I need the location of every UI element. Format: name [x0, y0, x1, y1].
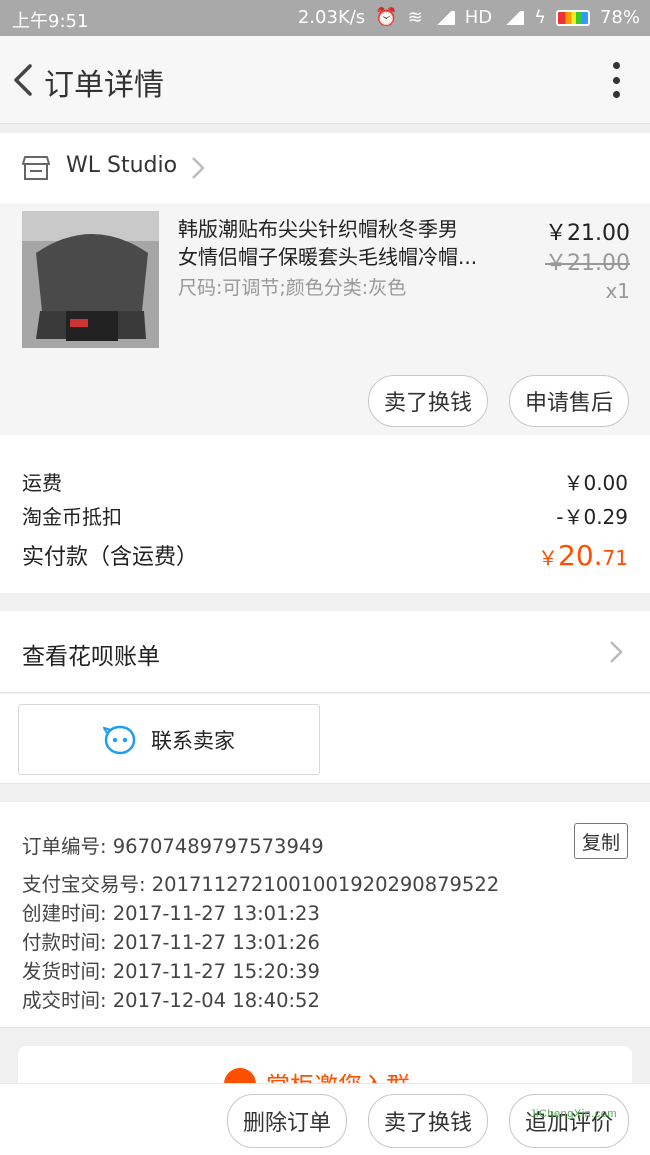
- product-title-line-1: 韩版潮贴布尖尖针织帽秋冬季男: [178, 217, 458, 241]
- order-number: 订单编号: 96707489797573949: [22, 835, 324, 858]
- add-review-button[interactable]: 追加评价: [509, 1094, 629, 1148]
- fees-section: 运费 ￥0.00 淘金币抵扣 -￥0.29 实付款（含运费） ￥20.71: [0, 435, 650, 593]
- battery-icon: [555, 9, 590, 26]
- page-title: 订单详情: [44, 68, 164, 103]
- sell-for-cash-bottom-button[interactable]: 卖了换钱: [368, 1094, 488, 1148]
- store-icon: [22, 156, 50, 180]
- paid-label: 实付款（含运费）: [22, 545, 199, 570]
- net-speed: 2.03K/s: [297, 7, 366, 28]
- alipay-number: 支付宝交易号: 2017112721001001920290879522: [22, 873, 500, 896]
- more-vertical-icon[interactable]: [612, 62, 620, 98]
- shipping-label: 运费: [22, 471, 62, 495]
- shipped-time: 发货时间: 2017-11-27 15:20:39: [22, 960, 320, 983]
- coin-value: -￥0.29: [556, 505, 628, 529]
- paid-int: 20.: [558, 539, 603, 572]
- copy-button[interactable]: 复制: [574, 823, 628, 859]
- nav-bar: 订单详情: [0, 36, 650, 124]
- product-original-price: ￥21.00: [545, 251, 630, 276]
- paid-symbol: ￥: [538, 546, 559, 570]
- wifi-icon: ≋: [407, 7, 423, 28]
- apply-aftersale-button[interactable]: 申请售后: [509, 375, 629, 427]
- contact-seller-button[interactable]: 联系卖家: [18, 704, 320, 775]
- shipping-row: 运费 ￥0.00: [22, 467, 628, 496]
- product-sku: 尺码:可调节;颜色分类:灰色: [178, 277, 407, 299]
- status-bar: 上午9:51 2.03K/s ⏰ ≋ HD ϟ 78%: [0, 0, 650, 36]
- huabei-label[interactable]: 查看花呗账单: [22, 637, 160, 671]
- status-time: 上午9:51: [12, 11, 89, 32]
- paid-time: 付款时间: 2017-11-27 13:01:26: [22, 931, 320, 954]
- watermark: JiChengXin.com: [530, 1108, 618, 1120]
- paid-total: ￥20.71: [538, 539, 628, 572]
- status-icons: 2.03K/s ⏰ ≋ HD ϟ 78%: [298, 7, 640, 28]
- product-price: ￥21.00: [545, 221, 630, 246]
- product-thumbnail[interactable]: [22, 211, 159, 348]
- completed-time: 成交时间: 2017-12-04 18:40:52: [22, 989, 320, 1012]
- contact-seller-label: 联系卖家: [151, 728, 235, 753]
- order-info: 订单编号: 96707489797573949 复制 支付宝交易号: 20171…: [0, 802, 650, 1028]
- created-time: 创建时间: 2017-11-27 13:01:23: [22, 902, 320, 925]
- back-arrow-icon[interactable]: [10, 60, 40, 100]
- hd-label: HD: [464, 7, 493, 28]
- product-title[interactable]: 韩版潮贴布尖尖针织帽秋冬季男 女情侣帽子保暖套头毛线帽冷帽...: [178, 215, 508, 271]
- contact-section: 联系卖家: [0, 694, 650, 784]
- shop-name[interactable]: WL Studio: [66, 153, 177, 178]
- alarm-icon: ⏰: [375, 7, 398, 28]
- shop-header[interactable]: WL Studio: [0, 133, 650, 203]
- delete-order-button[interactable]: 删除订单: [227, 1094, 347, 1148]
- paid-row: 实付款（含运费） ￥20.71: [22, 539, 628, 572]
- sell-for-cash-button[interactable]: 卖了换钱: [368, 375, 488, 427]
- coin-label: 淘金币抵扣: [22, 505, 122, 529]
- product-title-line-2: 女情侣帽子保暖套头毛线帽冷帽...: [178, 245, 478, 269]
- coin-row: 淘金币抵扣 -￥0.29: [22, 501, 628, 530]
- chevron-right-icon: [192, 157, 205, 179]
- charging-icon: ϟ: [534, 7, 546, 28]
- chevron-right-icon: [610, 641, 623, 663]
- chat-face-icon: [103, 725, 136, 754]
- huabei-row[interactable]: 查看花呗账单: [0, 611, 650, 693]
- battery-percent: 78%: [599, 7, 640, 28]
- signal-icon: [432, 10, 455, 25]
- order-item[interactable]: 韩版潮贴布尖尖针织帽秋冬季男 女情侣帽子保暖套头毛线帽冷帽... 尺码:可调节;…: [0, 203, 650, 435]
- product-quantity: x1: [605, 279, 630, 303]
- signal-2-icon: [502, 10, 525, 25]
- shipping-value: ￥0.00: [563, 471, 628, 495]
- paid-dec: 71: [602, 546, 628, 570]
